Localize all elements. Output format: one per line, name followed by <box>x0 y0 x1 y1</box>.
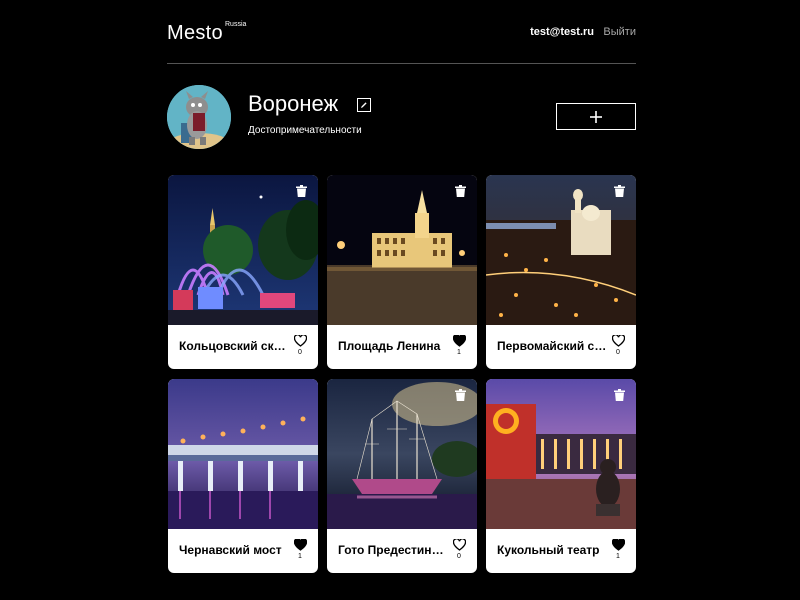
card-image[interactable] <box>327 175 477 325</box>
logo-superscript: Russia <box>225 21 247 28</box>
like-count: 0 <box>298 349 302 356</box>
like-count: 1 <box>457 349 461 356</box>
pencil-icon <box>361 102 367 108</box>
card-title: Первомайский сад <box>497 339 607 353</box>
logout-link[interactable]: Выйти <box>603 26 636 38</box>
like-count: 1 <box>616 553 620 560</box>
heart-icon[interactable] <box>612 539 625 551</box>
logo: Mesto <box>167 22 223 44</box>
card-title: Чернавский мост <box>179 543 282 557</box>
card: Кукольный театр 1 <box>486 379 636 573</box>
heart-icon[interactable] <box>294 539 307 551</box>
card: Кольцовский сквер 0 <box>168 175 318 369</box>
card: Площадь Ленина 1 <box>327 175 477 369</box>
trash-icon[interactable] <box>614 389 625 401</box>
plus-icon <box>590 110 602 123</box>
trash-icon[interactable] <box>296 185 307 197</box>
card: Чернавский мост 1 <box>168 379 318 573</box>
profile-name: Воронеж <box>248 91 339 116</box>
card-title: Площадь Ленина <box>338 339 441 353</box>
profile-about: Достопримечательности <box>248 125 362 136</box>
card-title: Гото Предестинация <box>338 543 448 557</box>
card: Первомайский сад 0 <box>486 175 636 369</box>
trash-icon[interactable] <box>614 185 625 197</box>
avatar[interactable] <box>167 85 231 149</box>
like-count: 1 <box>298 553 302 560</box>
card-image[interactable] <box>486 379 636 529</box>
heart-icon[interactable] <box>612 335 625 347</box>
user-email: test@test.ru <box>530 26 594 38</box>
card-title: Кукольный театр <box>497 543 600 557</box>
header: Mesto Russia test@test.ru Выйти <box>167 0 636 64</box>
edit-profile-button[interactable] <box>357 98 371 112</box>
trash-icon[interactable] <box>455 389 466 401</box>
card-image[interactable] <box>168 379 318 529</box>
add-card-button[interactable] <box>556 103 636 130</box>
heart-icon[interactable] <box>453 539 466 551</box>
card-image[interactable] <box>168 175 318 325</box>
heart-icon[interactable] <box>294 335 307 347</box>
heart-icon[interactable] <box>453 335 466 347</box>
card-title: Кольцовский сквер <box>179 339 289 353</box>
card: Гото Предестинация 0 <box>327 379 477 573</box>
like-count: 0 <box>616 349 620 356</box>
card-image[interactable] <box>486 175 636 325</box>
trash-icon[interactable] <box>455 185 466 197</box>
like-count: 0 <box>457 553 461 560</box>
card-image[interactable] <box>327 379 477 529</box>
